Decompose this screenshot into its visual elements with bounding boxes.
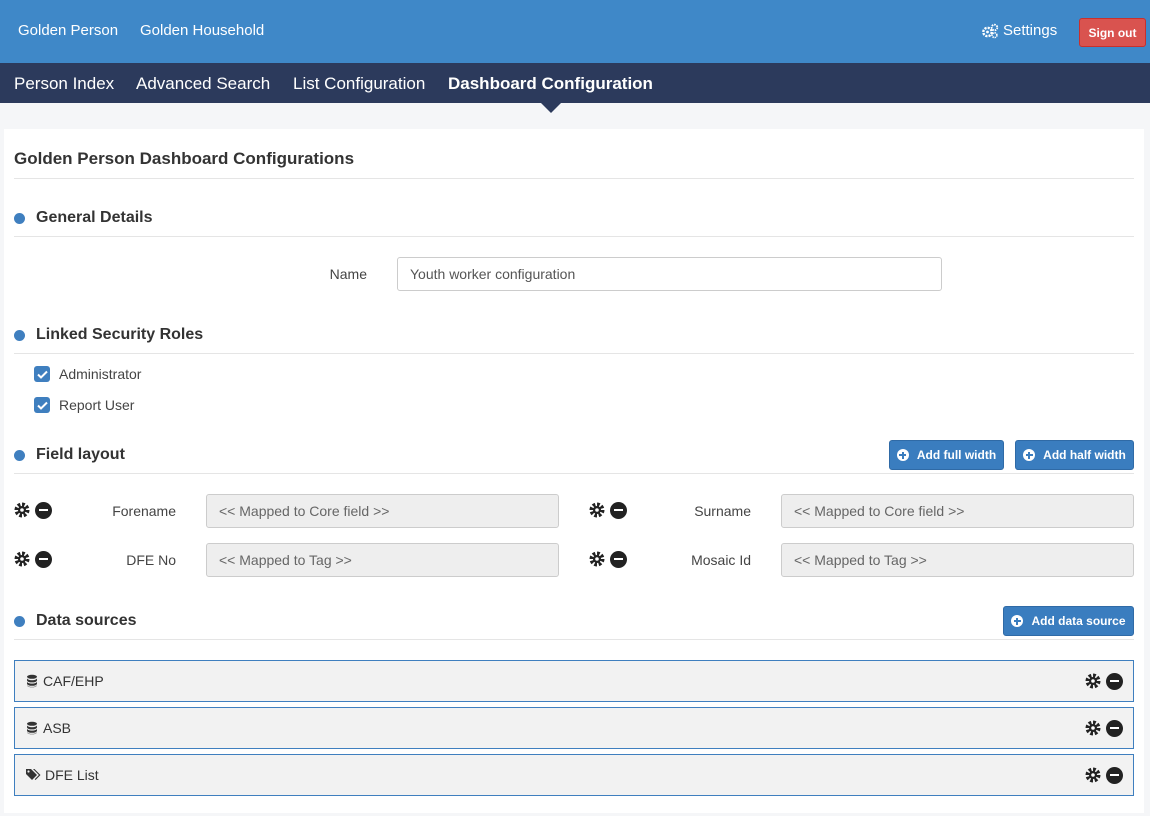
bullet-icon (14, 615, 25, 627)
tab-person-index[interactable]: Person Index (14, 74, 114, 94)
check-icon (36, 370, 48, 379)
sign-out-button[interactable]: Sign out (1079, 18, 1146, 47)
gear-icon[interactable] (13, 501, 31, 519)
sub-navigation: Person Index Advanced Search List Config… (0, 63, 1150, 103)
bullet-icon (14, 449, 25, 461)
tab-list-configuration[interactable]: List Configuration (293, 74, 425, 94)
field-label: Mosaic Id (691, 552, 751, 568)
check-icon (36, 401, 48, 410)
data-source-row[interactable]: DFE List (14, 754, 1134, 796)
tags-icon (26, 769, 41, 780)
gear-icon[interactable] (588, 501, 606, 519)
tab-advanced-search[interactable]: Advanced Search (136, 74, 270, 94)
plus-circle-icon (1023, 449, 1036, 461)
add-data-source-button[interactable]: Add data source (1003, 606, 1134, 636)
top-bar: Golden Person Golden Household Settings … (0, 0, 1150, 63)
section-field-layout: Field layout (14, 446, 125, 464)
field-mapping: << Mapped to Tag >> (206, 543, 559, 577)
remove-icon[interactable] (1106, 719, 1123, 737)
divider (14, 236, 1134, 237)
name-label: Name (329, 266, 367, 282)
divider (14, 178, 1134, 179)
gears-icon (982, 23, 999, 38)
field-actions (13, 550, 52, 568)
gear-icon[interactable] (13, 550, 31, 568)
remove-icon[interactable] (1106, 766, 1123, 784)
database-icon (27, 674, 37, 688)
nav-golden-person[interactable]: Golden Person (18, 22, 118, 39)
section-heading: Data sources (36, 612, 137, 629)
field-mapping: << Mapped to Tag >> (781, 543, 1134, 577)
page-title: Golden Person Dashboard Configurations (14, 149, 355, 168)
field-label: DFE No (126, 552, 176, 568)
add-half-width-button[interactable]: Add half width (1015, 440, 1134, 470)
active-tab-caret (540, 102, 562, 113)
field-mapping: << Mapped to Core field >> (206, 494, 559, 528)
section-linked-security-roles: Linked Security Roles (14, 326, 203, 344)
data-source-actions (1084, 719, 1123, 737)
field-actions (588, 501, 627, 519)
data-source-label: DFE List (45, 767, 99, 783)
role-administrator: Administrator (34, 366, 141, 382)
role-report-user: Report User (34, 397, 134, 413)
add-full-width-button[interactable]: Add full width (889, 440, 1004, 470)
report-user-checkbox[interactable] (34, 397, 50, 413)
configuration-panel: Golden Person Dashboard Configurations G… (4, 129, 1144, 813)
section-heading: Linked Security Roles (36, 326, 204, 343)
remove-icon[interactable] (1106, 672, 1123, 690)
remove-icon[interactable] (610, 550, 627, 568)
database-icon (27, 721, 37, 735)
administrator-checkbox[interactable] (34, 366, 50, 382)
role-label: Administrator (59, 366, 142, 382)
button-label: Add full width (916, 448, 997, 462)
data-source-actions (1084, 672, 1123, 690)
bullet-icon (14, 329, 25, 341)
nav-golden-household[interactable]: Golden Household (140, 22, 264, 39)
name-input[interactable]: Youth worker configuration (397, 257, 942, 291)
field-actions (13, 501, 52, 519)
tab-dashboard-configuration[interactable]: Dashboard Configuration (448, 74, 653, 94)
gear-icon[interactable] (1084, 672, 1102, 690)
divider (14, 353, 1134, 354)
settings-link[interactable]: Settings (981, 22, 1057, 39)
divider (14, 639, 1134, 640)
remove-icon[interactable] (35, 550, 52, 568)
gear-icon[interactable] (1084, 719, 1102, 737)
data-source-actions (1084, 766, 1123, 784)
field-label: Surname (694, 503, 751, 519)
button-label: Add half width (1043, 448, 1126, 462)
bullet-icon (14, 212, 25, 224)
plus-circle-icon (896, 449, 909, 461)
data-source-row[interactable]: ASB (14, 707, 1134, 749)
data-source-row[interactable]: CAF/EHP (14, 660, 1134, 702)
section-heading: Field layout (36, 446, 125, 463)
field-mapping: << Mapped to Core field >> (781, 494, 1134, 528)
remove-icon[interactable] (35, 501, 52, 519)
gear-icon[interactable] (1084, 766, 1102, 784)
section-data-sources: Data sources (14, 612, 137, 630)
plus-circle-icon (1011, 615, 1024, 627)
role-label: Report User (59, 397, 135, 413)
divider (14, 473, 1134, 474)
field-actions (588, 550, 627, 568)
data-source-label: ASB (43, 720, 72, 736)
section-heading: General Details (36, 209, 153, 226)
field-label: Forename (112, 503, 176, 519)
gear-icon[interactable] (588, 550, 606, 568)
remove-icon[interactable] (610, 501, 627, 519)
section-general-details: General Details (14, 209, 153, 227)
settings-label: Settings (1003, 22, 1058, 39)
button-label: Add data source (1031, 614, 1126, 628)
data-source-label: CAF/EHP (43, 673, 104, 689)
